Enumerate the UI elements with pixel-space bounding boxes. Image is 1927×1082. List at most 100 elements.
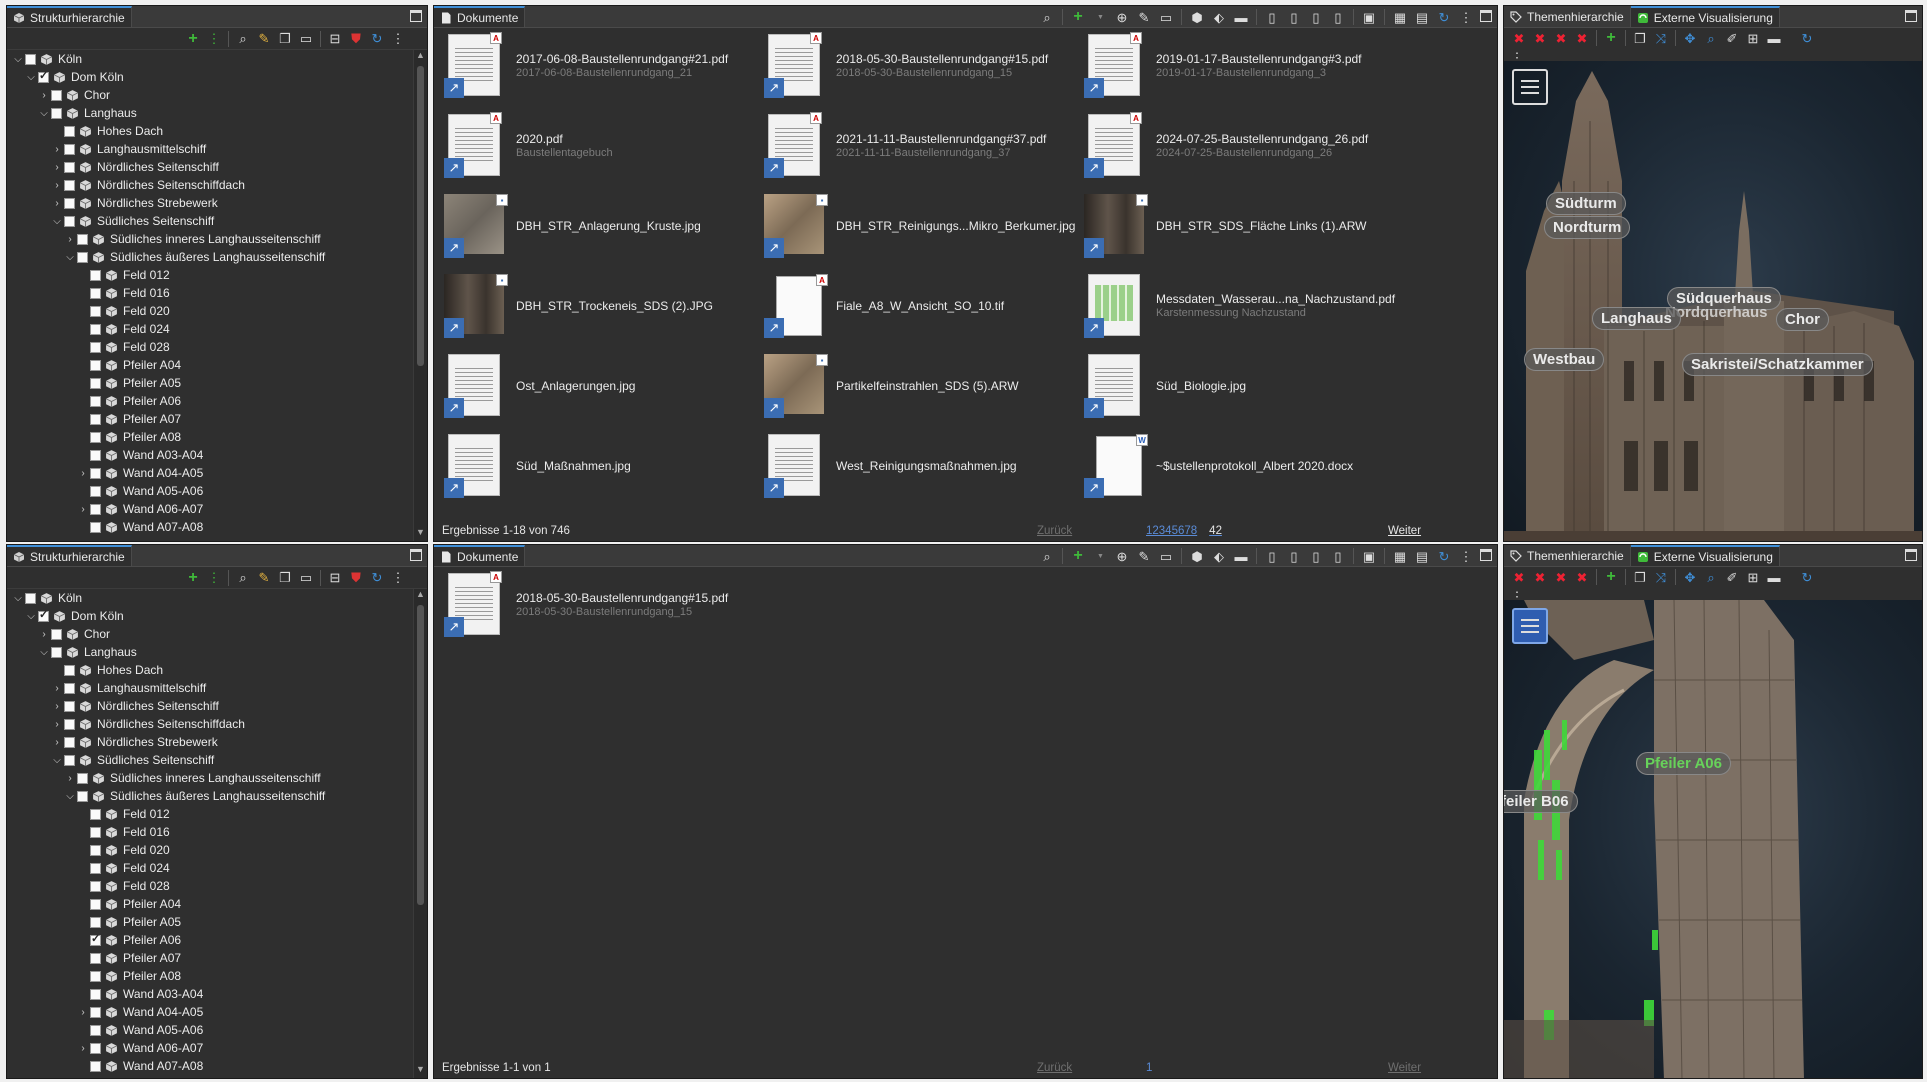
copy-icon[interactable]: ❐: [276, 569, 294, 587]
tree-checkbox[interactable]: [51, 646, 62, 658]
tree-node[interactable]: Wand A05-A06: [7, 1021, 413, 1039]
move-icon[interactable]: ✥: [1681, 568, 1699, 586]
list-view-icon[interactable]: ▤: [1413, 8, 1431, 26]
scroll-thumb[interactable]: [417, 605, 424, 905]
chevron-down-icon[interactable]: ⌵: [24, 72, 38, 83]
document-item[interactable]: ↗ Ost_Anlagerungen.jpg: [444, 354, 774, 418]
chevron-down-icon[interactable]: ⌵: [63, 252, 77, 263]
filter-icon[interactable]: ⛊: [347, 30, 365, 48]
chevron-right-icon[interactable]: ›: [76, 468, 90, 479]
tree-checkbox[interactable]: [64, 161, 75, 173]
tree-node[interactable]: ⌵ Südliches äußeres Langhausseitenschiff: [7, 248, 413, 266]
tree-node[interactable]: Pfeiler A07: [7, 949, 413, 967]
tree-node[interactable]: › Nördliches Strebewerk: [7, 733, 413, 751]
page-links[interactable]: 12345678 42: [1146, 525, 1222, 537]
label-nordturm[interactable]: Nordturm: [1544, 216, 1631, 239]
tree-node[interactable]: Hohes Dach: [7, 661, 413, 679]
scroll-thumb[interactable]: [417, 66, 424, 366]
tree-checkbox[interactable]: [25, 53, 36, 65]
document-item[interactable]: A ↗ 2017-06-08-Baustellenrundgang#21.pdf 20…: [444, 32, 774, 98]
document-item[interactable]: ▪ ↗ DBH_STR_Trockeneis_SDS (2).JPG: [444, 274, 774, 338]
zoom-icon[interactable]: ⌕: [1702, 29, 1720, 47]
refresh-icon[interactable]: ↻: [368, 30, 386, 48]
label-sakristei[interactable]: Sakristei/Schatzkammer: [1682, 353, 1873, 376]
tree-checkbox[interactable]: [51, 628, 62, 640]
zoom-icon[interactable]: ⊕: [1113, 547, 1131, 565]
tag-icon[interactable]: ⬖: [1210, 8, 1228, 26]
chevron-right-icon[interactable]: ›: [50, 198, 64, 209]
tree-node[interactable]: › Wand A04-A05: [7, 464, 413, 482]
tree-node[interactable]: Feld 016: [7, 284, 413, 302]
structure-scrollbar[interactable]: ▲ ▼: [413, 589, 427, 1078]
pin-red-green-icon[interactable]: ✖: [1552, 568, 1570, 586]
tree-node[interactable]: ⌵ Köln: [7, 589, 413, 607]
collapse-icon[interactable]: ⊟: [326, 569, 344, 587]
viz-canvas-cathedral[interactable]: Südturm Nordturm Südquerhaus Nordquerhau…: [1504, 61, 1922, 541]
maximize-button[interactable]: [410, 10, 422, 22]
tree-node[interactable]: Pfeiler A05: [7, 913, 413, 931]
scroll-up-icon[interactable]: ▲: [414, 50, 427, 64]
link-icon[interactable]: ▭: [297, 30, 315, 48]
clipboard-icon[interactable]: ▣: [1360, 547, 1378, 565]
tree-node[interactable]: Wand A03-A04: [7, 446, 413, 464]
hamburger-menu-icon[interactable]: [1512, 69, 1548, 105]
tree-node[interactable]: › Langhausmittelschiff: [7, 140, 413, 158]
tree-checkbox[interactable]: [90, 826, 101, 838]
tab-strukturhierarchie[interactable]: Strukturhierarchie: [7, 545, 132, 566]
tree-checkbox[interactable]: [90, 862, 101, 874]
tree-checkbox[interactable]: [90, 431, 101, 443]
add-document-icon[interactable]: +: [1069, 8, 1087, 26]
chevron-down-icon[interactable]: ⌵: [24, 611, 38, 622]
tree-checkbox[interactable]: [90, 970, 101, 982]
maximize-button[interactable]: [410, 549, 422, 561]
link-icon[interactable]: ▭: [297, 569, 315, 587]
tree-node[interactable]: › Wand A06-A07: [7, 500, 413, 518]
tree-node[interactable]: Hohes Dach: [7, 122, 413, 140]
document-thumbnail[interactable]: A ↗: [764, 32, 828, 98]
hamburger-menu-icon[interactable]: [1512, 608, 1548, 644]
tree-checkbox[interactable]: [90, 1024, 101, 1036]
tree-node[interactable]: Pfeiler A08: [7, 967, 413, 985]
search-icon[interactable]: ⌕: [1038, 8, 1056, 26]
document-thumbnail[interactable]: A ↗: [444, 571, 508, 637]
document-thumbnail[interactable]: ▪ ↗: [444, 274, 508, 338]
tree-node[interactable]: ⌵ Langhaus: [7, 643, 413, 661]
filter-icon[interactable]: ⛊: [347, 569, 365, 587]
menu-icon[interactable]: ⋮: [1457, 8, 1475, 26]
tab-externe-visualisierung[interactable]: Externe Visualisierung: [1630, 6, 1780, 27]
tree-checkbox[interactable]: [90, 808, 101, 820]
tree-node[interactable]: Wand A05-A06: [7, 482, 413, 500]
tree-checkbox[interactable]: [77, 251, 88, 263]
chevron-down-icon[interactable]: ⌵: [37, 647, 51, 658]
tree-checkbox[interactable]: [64, 700, 75, 712]
tree-checkbox[interactable]: [90, 377, 101, 389]
dropdown-icon[interactable]: ▼: [1091, 547, 1109, 565]
tree-node[interactable]: ⌵ Südliches Seitenschiff: [7, 212, 413, 230]
chevron-down-icon[interactable]: ⌵: [37, 108, 51, 119]
tree-node[interactable]: Feld 020: [7, 302, 413, 320]
chevron-right-icon[interactable]: ›: [37, 90, 51, 101]
tree-checkbox[interactable]: [38, 69, 49, 83]
search-structure-icon[interactable]: ⌕: [234, 569, 252, 587]
menu-icon[interactable]: ⋮: [389, 569, 407, 587]
tree-node[interactable]: › Nördliches Seitenschiffdach: [7, 176, 413, 194]
document-item[interactable]: ▪ ↗ DBH_STR_Reinigungs...Mikro_Berkumer.jp…: [764, 194, 1094, 258]
document-thumbnail[interactable]: A ↗: [764, 112, 828, 178]
prev-page-link[interactable]: Zurück: [1037, 525, 1072, 537]
structure-scrollbar[interactable]: ▲ ▼: [413, 50, 427, 541]
box-icon[interactable]: ⬢: [1188, 8, 1206, 26]
tab-themenhierarchie[interactable]: Themenhierarchie: [1504, 545, 1631, 566]
chevron-right-icon[interactable]: ›: [50, 180, 64, 191]
document-item[interactable]: ▪ ↗ Partikelfeinstrahlen_SDS (5).ARW: [764, 354, 1094, 418]
document-thumbnail[interactable]: ▪ ↗: [764, 194, 828, 258]
folder-icon[interactable]: ▬: [1232, 8, 1250, 26]
tree-node[interactable]: ⌵ Südliches Seitenschiff: [7, 751, 413, 769]
maximize-button[interactable]: [1480, 549, 1492, 561]
tree-checkbox[interactable]: [64, 754, 75, 766]
chevron-down-icon[interactable]: ⌵: [50, 755, 64, 766]
scroll-down-icon[interactable]: ▼: [414, 527, 427, 541]
tree-node[interactable]: Wand A03-A04: [7, 985, 413, 1003]
tree-checkbox[interactable]: [38, 608, 49, 622]
document-item[interactable]: A ↗ Fiale_A8_W_Ansicht_SO_10.tif: [764, 274, 1094, 338]
zoom-icon[interactable]: ⌕: [1702, 568, 1720, 586]
